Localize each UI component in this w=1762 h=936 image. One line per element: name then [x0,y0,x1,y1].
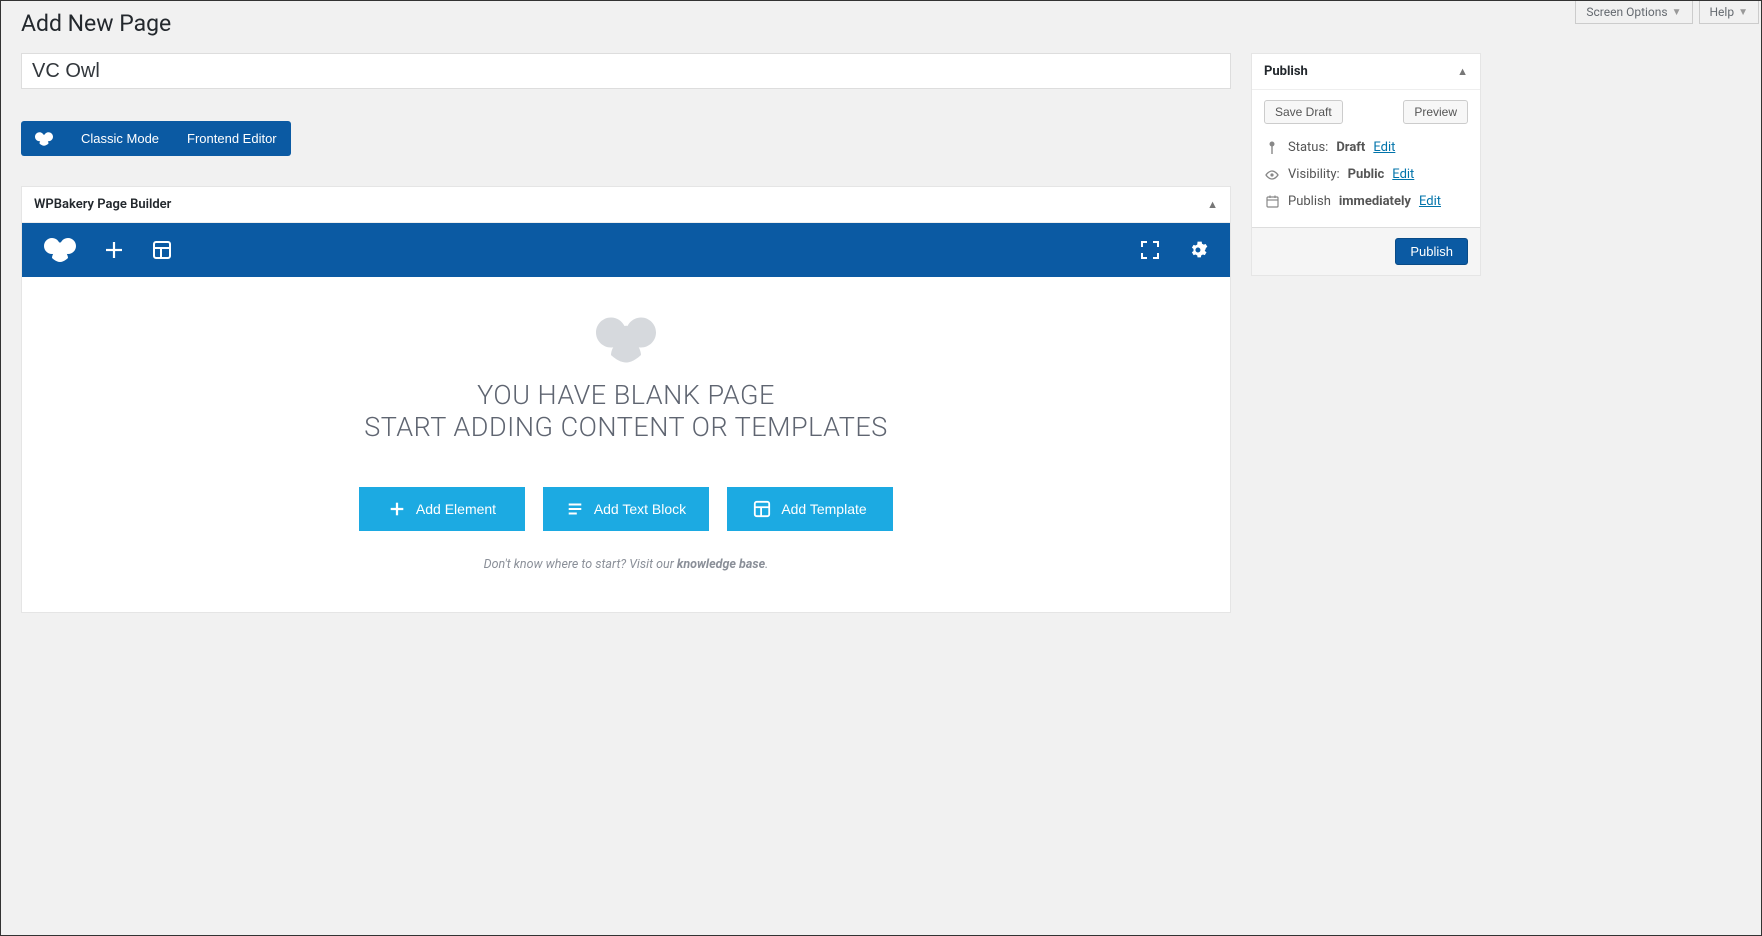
edit-schedule-link[interactable]: Edit [1419,194,1441,209]
screen-options-label: Screen Options [1586,5,1667,19]
publish-value: immediately [1339,194,1411,209]
screen-options-tab[interactable]: Screen Options ▼ [1575,1,1692,24]
wpbakery-large-logo-icon [42,317,1210,367]
add-template-label: Add Template [781,501,866,517]
builder-toolbar [22,223,1230,277]
page-title-input[interactable] [21,53,1231,89]
edit-status-link[interactable]: Edit [1373,140,1395,155]
status-label: Status: [1288,140,1328,155]
visibility-row: Visibility: Public Edit [1264,161,1468,188]
calendar-icon [1264,195,1280,208]
add-element-icon[interactable] [104,240,124,260]
status-value: Draft [1336,140,1365,155]
wpbakery-logo-icon [44,238,76,262]
add-element-label: Add Element [416,501,496,517]
panel-toggle-icon[interactable]: ▲ [1457,65,1468,78]
publish-button[interactable]: Publish [1395,238,1468,265]
pin-icon [1264,141,1280,155]
fullscreen-icon[interactable] [1140,240,1160,260]
eye-icon [1264,170,1280,180]
add-text-block-button[interactable]: Add Text Block [543,487,709,531]
publish-box: Publish ▲ Save Draft Preview Status: Dra… [1251,53,1481,276]
preview-button[interactable]: Preview [1403,100,1468,124]
text-lines-icon [566,500,584,518]
chevron-down-icon: ▼ [1672,7,1682,18]
save-draft-button[interactable]: Save Draft [1264,100,1343,124]
page-builder-panel-title: WPBakery Page Builder [34,197,171,212]
schedule-row: Publish immediately Edit [1264,188,1468,215]
chevron-down-icon: ▼ [1738,7,1748,18]
template-icon[interactable] [152,240,172,260]
help-suffix: . [765,557,768,572]
edit-visibility-link[interactable]: Edit [1392,167,1414,182]
add-text-block-label: Add Text Block [594,501,686,517]
publish-box-title: Publish [1264,64,1308,79]
blank-page-line2: START ADDING CONTENT OR TEMPLATES [42,411,1210,443]
help-prefix: Don't know where to start? Visit our [484,557,677,572]
plus-icon [388,500,406,518]
settings-gear-icon[interactable] [1188,240,1208,260]
status-row: Status: Draft Edit [1264,134,1468,161]
visibility-label: Visibility: [1288,167,1340,182]
page-heading: Add New Page [21,1,1481,41]
knowledge-base-link[interactable]: knowledge base [677,557,765,572]
panel-toggle-icon[interactable]: ▲ [1207,198,1218,211]
editor-mode-switcher: Classic Mode Frontend Editor [21,121,291,156]
help-label: Help [1710,5,1735,19]
visibility-value: Public [1348,167,1385,182]
help-hint: Don't know where to start? Visit our kno… [42,557,1210,572]
template-icon [753,500,771,518]
page-builder-panel: WPBakery Page Builder ▲ [21,186,1231,613]
help-tab[interactable]: Help ▼ [1699,1,1760,24]
classic-mode-button[interactable]: Classic Mode [67,121,173,156]
add-element-button[interactable]: Add Element [359,487,525,531]
wpbakery-logo-icon [21,121,67,156]
blank-page-line1: YOU HAVE BLANK PAGE [42,379,1210,411]
publish-label: Publish [1288,194,1331,209]
frontend-editor-button[interactable]: Frontend Editor [173,121,291,156]
add-template-button[interactable]: Add Template [727,487,893,531]
